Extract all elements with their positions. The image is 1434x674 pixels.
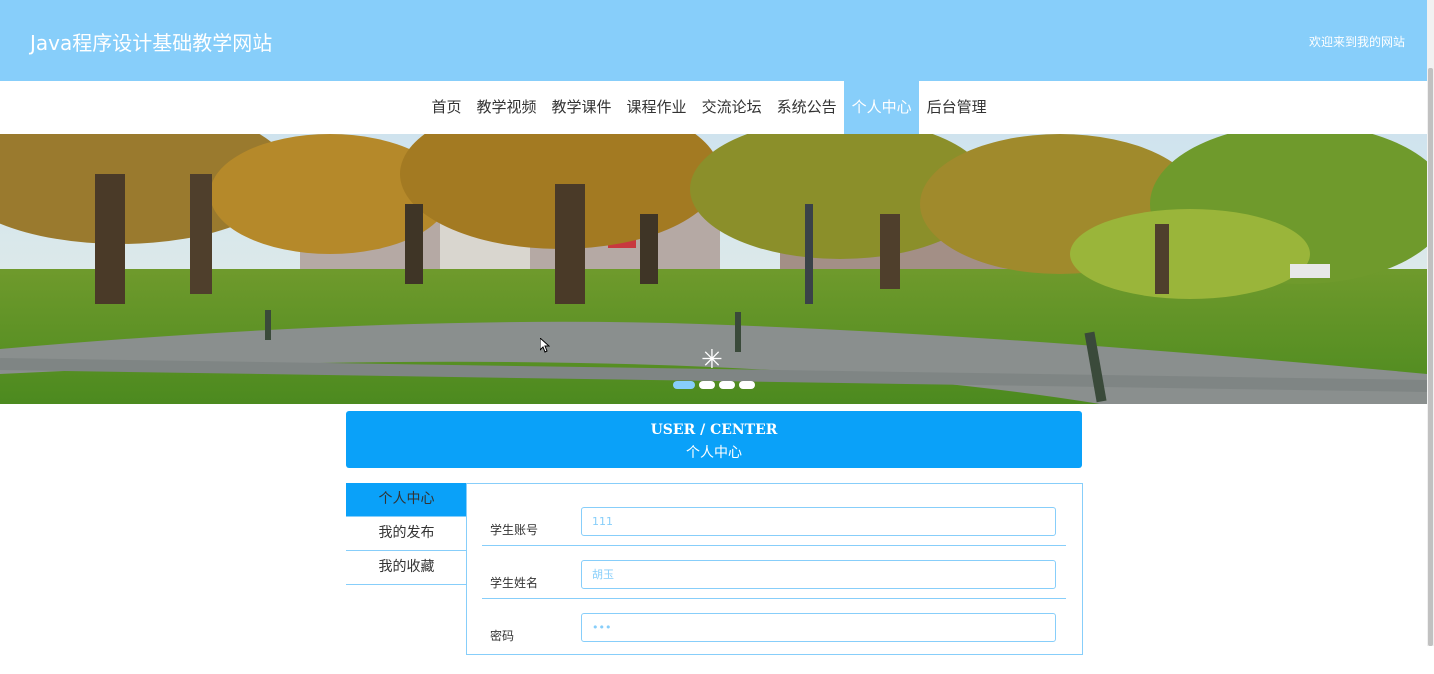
welcome-text: 欢迎来到我的网站 — [1308, 35, 1405, 49]
user-center-title-cn: 个人中心 — [686, 445, 742, 461]
form-row-password: 密码 ••• — [482, 598, 1066, 651]
carousel-indicators — [673, 381, 755, 389]
loading-icon: ✳ — [701, 345, 723, 375]
nav-item-announcements[interactable]: 系统公告 — [769, 81, 844, 134]
form-row-name: 学生姓名 胡玉 — [482, 545, 1066, 599]
user-center-banner: USER / CENTER 个人中心 — [346, 411, 1082, 468]
site-title[interactable]: Java程序设计基础教学网站 — [30, 27, 272, 56]
nav-item-user-center[interactable]: 个人中心 — [844, 81, 920, 134]
account-input[interactable]: 111 — [581, 507, 1056, 536]
carousel-dot-1[interactable] — [673, 381, 695, 389]
user-sidebar: 个人中心 我的发布 我的收藏 — [346, 483, 467, 585]
name-input[interactable]: 胡玉 — [581, 560, 1056, 589]
password-input[interactable]: ••• — [581, 613, 1056, 642]
nav-item-admin[interactable]: 后台管理 — [919, 81, 994, 134]
nav-item-forum[interactable]: 交流论坛 — [694, 81, 769, 134]
carousel-dot-3[interactable] — [719, 381, 735, 389]
scrollbar-thumb[interactable] — [1428, 68, 1433, 646]
main-nav: 首页 教学视频 教学课件 课程作业 交流论坛 系统公告 个人中心 后台管理 — [0, 81, 1427, 134]
page-scrollbar[interactable] — [1427, 0, 1434, 646]
user-center-title-en: USER / CENTER — [650, 422, 778, 438]
nav-item-videos[interactable]: 教学视频 — [469, 81, 544, 134]
nav-item-courseware[interactable]: 教学课件 — [544, 81, 619, 134]
carousel-dot-2[interactable] — [699, 381, 715, 389]
sidebar-item-my-posts[interactable]: 我的发布 — [346, 517, 467, 551]
nav-list: 首页 教学视频 教学课件 课程作业 交流论坛 系统公告 个人中心 后台管理 — [424, 81, 994, 134]
form-row-account: 学生账号 111 — [482, 492, 1066, 546]
nav-item-home[interactable]: 首页 — [424, 81, 469, 134]
sidebar-item-my-favorites[interactable]: 我的收藏 — [346, 551, 467, 585]
nav-item-homework[interactable]: 课程作业 — [619, 81, 694, 134]
site-header: Java程序设计基础教学网站 欢迎来到我的网站 — [0, 0, 1427, 81]
mouse-cursor-icon — [540, 338, 550, 353]
password-label: 密码 — [490, 629, 515, 643]
sidebar-item-user-center[interactable]: 个人中心 — [346, 483, 467, 517]
carousel-dot-4[interactable] — [739, 381, 755, 389]
profile-form: 学生账号 111 学生姓名 胡玉 密码 ••• — [466, 483, 1083, 655]
